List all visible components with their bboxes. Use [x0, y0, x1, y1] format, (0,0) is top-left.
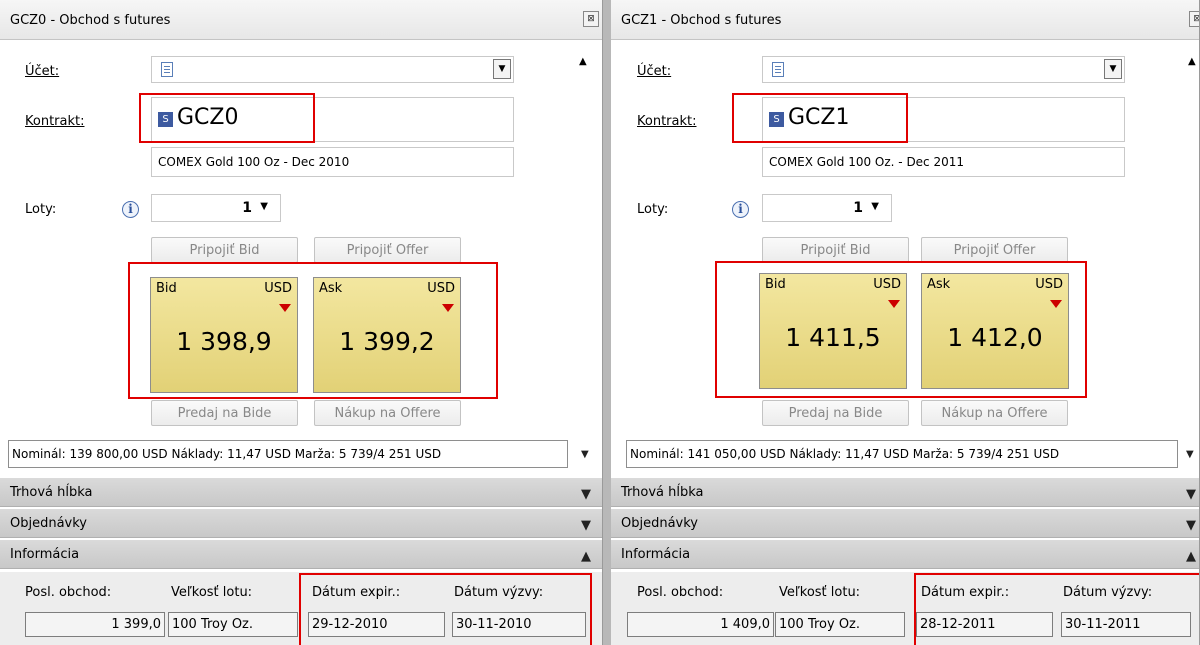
pripojit-offer-button[interactable]: Pripojiť Offer	[314, 237, 461, 263]
loty-input[interactable]: 1 ▼	[151, 194, 281, 222]
summary-bar: Nominál: 141 050,00 USD Náklady: 11,47 U…	[626, 440, 1178, 468]
info-icon[interactable]: i	[732, 201, 749, 218]
kontrakt-label: Kontrakt:	[637, 114, 697, 129]
loty-value: 1	[242, 200, 252, 216]
highlight-kontrakt	[139, 93, 315, 143]
nakup-na-offere-button[interactable]: Nákup na Offere	[314, 400, 461, 426]
chevron-down-icon[interactable]: ▼	[581, 449, 589, 460]
section-label: Informácia	[621, 547, 691, 562]
ucet-label: Účet:	[637, 64, 672, 79]
predaj-na-bide-button[interactable]: Predaj na Bide	[762, 400, 909, 426]
scroll-up-icon[interactable]: ▲	[579, 56, 587, 67]
predaj-na-bide-button[interactable]: Predaj na Bide	[151, 400, 298, 426]
highlight-quotes	[128, 262, 498, 399]
highlight-dates	[299, 573, 592, 645]
posl-obchod-value: 1 409,0	[627, 612, 774, 637]
highlight-quotes	[715, 261, 1087, 398]
dropdown-arrow-icon[interactable]: ▼	[1104, 59, 1122, 79]
pripojit-bid-button[interactable]: Pripojiť Bid	[762, 237, 909, 263]
loty-input[interactable]: 1 ▼	[762, 194, 892, 222]
panel-title: GCZ1 - Obchod s futures	[621, 13, 782, 28]
ucet-dropdown[interactable]: ▼	[151, 56, 514, 83]
section-objednavky[interactable]: Objednávky ▼	[0, 509, 602, 538]
velkost-lotu-label: Veľkosť lotu:	[171, 585, 253, 600]
posl-obchod-label: Posl. obchod:	[637, 585, 724, 600]
highlight-kontrakt	[732, 93, 908, 143]
panel-titlebar: GCZ0 - Obchod s futures ⊠	[0, 0, 602, 40]
panel-titlebar: GCZ1 - Obchod s futures ⊠	[611, 0, 1199, 40]
velkost-lotu-value: 100 Troy Oz.	[775, 612, 905, 637]
futures-panel-gcz0: GCZ0 - Obchod s futures ⊠ ▲ Účet: ▼ Kont…	[0, 0, 603, 645]
kontrakt-label: Kontrakt:	[25, 114, 85, 129]
close-icon[interactable]: ⊠	[583, 11, 599, 27]
loty-value: 1	[853, 200, 863, 216]
section-trhova-hlbka[interactable]: Trhová hĺbka ▼	[0, 478, 602, 507]
ucet-dropdown[interactable]: ▼	[762, 56, 1125, 83]
loty-label: Loty:	[637, 202, 669, 217]
section-objednavky[interactable]: Objednávky ▼	[611, 509, 1199, 538]
description-field: COMEX Gold 100 Oz. - Dec 2011	[762, 147, 1125, 177]
summary-bar: Nominál: 139 800,00 USD Náklady: 11,47 U…	[8, 440, 568, 468]
velkost-lotu-label: Veľkosť lotu:	[779, 585, 861, 600]
scroll-up-icon[interactable]: ▲	[1188, 56, 1196, 67]
dropdown-arrow-icon[interactable]: ▼	[493, 59, 511, 79]
section-label: Trhová hĺbka	[621, 485, 704, 500]
chevron-up-icon[interactable]: ▲	[581, 549, 591, 564]
loty-label: Loty:	[25, 202, 57, 217]
chevron-down-icon[interactable]: ▼	[1186, 449, 1194, 460]
panel-title: GCZ0 - Obchod s futures	[10, 13, 171, 28]
section-label: Objednávky	[10, 516, 88, 531]
chevron-down-icon[interactable]: ▼	[581, 518, 591, 533]
description-field: COMEX Gold 100 Oz - Dec 2010	[151, 147, 514, 177]
section-label: Trhová hĺbka	[10, 485, 93, 500]
close-icon[interactable]: ⊠	[1189, 11, 1199, 27]
document-icon	[161, 62, 173, 77]
posl-obchod-value: 1 399,0	[25, 612, 165, 637]
highlight-dates	[914, 573, 1199, 645]
info-icon[interactable]: i	[122, 201, 139, 218]
section-informacia[interactable]: Informácia ▲	[611, 540, 1199, 569]
description-text: COMEX Gold 100 Oz. - Dec 2011	[769, 155, 965, 169]
pripojit-offer-button[interactable]: Pripojiť Offer	[921, 237, 1068, 263]
section-trhova-hlbka[interactable]: Trhová hĺbka ▼	[611, 478, 1199, 507]
nakup-na-offere-button[interactable]: Nákup na Offere	[921, 400, 1068, 426]
description-text: COMEX Gold 100 Oz - Dec 2010	[158, 155, 350, 169]
section-informacia[interactable]: Informácia ▲	[0, 540, 602, 569]
ucet-label: Účet:	[25, 64, 60, 79]
chevron-down-icon[interactable]: ▼	[1186, 487, 1196, 502]
pripojit-bid-button[interactable]: Pripojiť Bid	[151, 237, 298, 263]
document-icon	[772, 62, 784, 77]
section-label: Objednávky	[621, 516, 699, 531]
posl-obchod-label: Posl. obchod:	[25, 585, 112, 600]
futures-panel-gcz1: GCZ1 - Obchod s futures ⊠ ▲ Účet: ▼ Kont…	[611, 0, 1200, 645]
section-label: Informácia	[10, 547, 80, 562]
chevron-down-icon[interactable]: ▼	[581, 487, 591, 502]
chevron-down-icon[interactable]: ▼	[871, 201, 879, 212]
chevron-down-icon[interactable]: ▼	[1186, 518, 1196, 533]
velkost-lotu-value: 100 Troy Oz.	[168, 612, 298, 637]
chevron-up-icon[interactable]: ▲	[1186, 549, 1196, 564]
chevron-down-icon[interactable]: ▼	[260, 201, 268, 212]
